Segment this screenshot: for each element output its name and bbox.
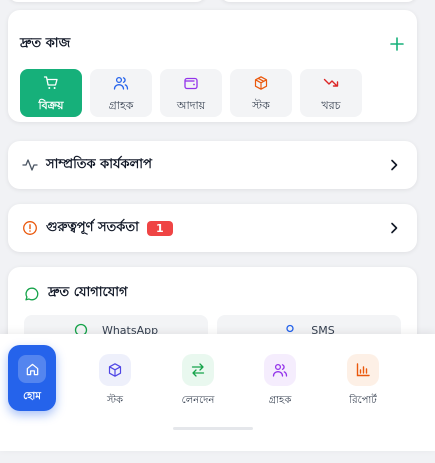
home-icon (26, 363, 38, 375)
quick-action-label: আদায় (176, 99, 206, 112)
nav-icon-container (264, 354, 296, 386)
nav-item-customers[interactable]: গ্রাহক (250, 354, 310, 410)
quick-action-label: স্টক (252, 99, 270, 112)
previous-card-right (220, 0, 417, 2)
quick-action-collection-button[interactable]: আদায় (160, 69, 222, 117)
quick-action-label: বিক্রয় (38, 99, 64, 112)
wallet-icon (184, 77, 198, 90)
trending-down-icon (323, 78, 339, 87)
quick-action-label: গ্রাহক (108, 99, 134, 112)
previous-card-left (8, 0, 206, 2)
nav-label: গ্রাহক (268, 395, 292, 406)
transfer-icon (191, 363, 205, 377)
recent-activity-title: সাম্প্রতিক কার্যকলাপ (46, 156, 152, 172)
quick-contact-header: দ্রুত যোগাযোগ (24, 283, 128, 304)
home-indicator-handle (173, 427, 253, 430)
quick-actions-title: দ্রুত কাজ (20, 36, 71, 51)
nav-item-reports[interactable]: রিপোর্ট (333, 354, 393, 410)
chevron-right-icon (391, 159, 398, 171)
users-icon (113, 76, 129, 90)
bar-chart-icon (356, 363, 370, 377)
quick-actions-card: দ্রুত কাজ বিক্রয় গ্রাহক আদায় স্টক খরচ (8, 10, 417, 122)
quick-contact-title: দ্রুত যোগাযোগ (48, 285, 128, 300)
box-icon (254, 76, 268, 90)
alerts-count-badge: 1 (146, 220, 173, 236)
users-icon (272, 363, 288, 377)
nav-icon-container (182, 354, 214, 386)
quick-action-expense-button[interactable]: খরচ (300, 69, 362, 117)
chevron-right-icon (391, 222, 398, 234)
alert-circle-icon (23, 221, 37, 235)
quick-action-customer-button[interactable]: গ্রাহক (90, 69, 152, 117)
alerts-title: গুরুত্বপূর্ণ সতর্কতা (46, 219, 139, 235)
recent-activity-row[interactable]: সাম্প্রতিক কার্যকলাপ (8, 141, 417, 189)
quick-action-label: খরচ (321, 99, 341, 112)
cart-icon (43, 76, 58, 89)
nav-icon-container (347, 354, 379, 386)
quick-action-stock-button[interactable]: স্টক (230, 69, 292, 117)
nav-icon-container (18, 355, 46, 383)
nav-item-home[interactable]: হোম (8, 345, 56, 411)
chat-bubble-icon (25, 287, 39, 300)
nav-item-stock[interactable]: স্টক (85, 354, 145, 410)
quick-action-sale-button[interactable]: বিক্রয় (20, 69, 82, 117)
plus-icon[interactable] (389, 36, 405, 52)
nav-label: রিপোর্ট (349, 395, 377, 406)
nav-icon-container (99, 354, 131, 386)
nav-label: লেনদেন (181, 395, 215, 406)
activity-icon (22, 159, 38, 171)
nav-label: হোম (23, 391, 41, 402)
box-icon (108, 363, 122, 377)
quick-actions-grid: বিক্রয় গ্রাহক আদায় স্টক খরচ (20, 69, 362, 117)
nav-item-transactions[interactable]: লেনদেন (168, 354, 228, 410)
nav-label: স্টক (106, 395, 124, 406)
important-alerts-row[interactable]: গুরুত্বপূর্ণ সতর্কতা 1 (8, 204, 417, 252)
bottom-navigation: স্টক লেনদেন গ্রাহক রিপোর্ট (0, 334, 435, 451)
